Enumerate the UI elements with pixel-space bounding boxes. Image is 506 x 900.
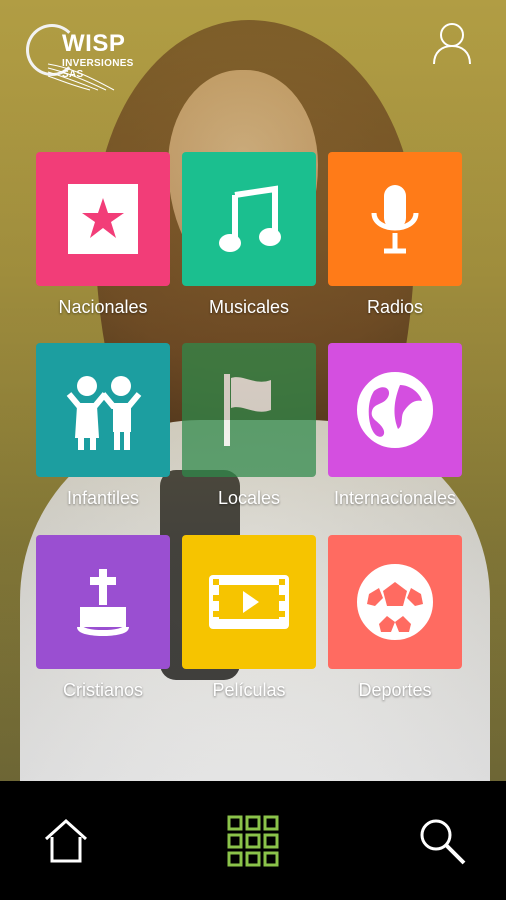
grid-icon [227, 815, 279, 867]
category-tile-internacionales[interactable] [328, 343, 462, 477]
brand-logo: WISP INVERSIONES SAS [26, 24, 136, 94]
category-tile-cristianos[interactable] [36, 535, 170, 669]
category-tile-nacionales[interactable] [36, 152, 170, 286]
category-label-peliculas: Películas [212, 680, 286, 700]
soccer-ball-icon [357, 564, 433, 640]
category-label-nacionales: Nacionales [58, 297, 148, 317]
category-label-deportes: Deportes [358, 680, 432, 700]
main-screen: WISP INVERSIONES SAS Nacionales Musicale… [0, 0, 506, 781]
children-icon [66, 376, 142, 450]
grid-button[interactable] [223, 811, 283, 871]
category-label-infantiles: Infantiles [66, 488, 140, 508]
search-icon [420, 819, 466, 865]
search-button[interactable] [412, 811, 472, 871]
star-icon [68, 184, 138, 254]
category-label-internacionales: Internacionales [333, 488, 457, 508]
user-icon [433, 23, 471, 65]
category-tile-locales[interactable] [182, 343, 316, 477]
bottom-navigation-bar [0, 781, 506, 900]
music-note-icon [219, 185, 281, 252]
category-label-radios: Radios [366, 297, 424, 317]
globe-icon [357, 372, 433, 448]
category-tile-radios[interactable] [328, 152, 462, 286]
category-label-musicales: Musicales [208, 297, 290, 317]
category-tile-musicales[interactable] [182, 152, 316, 286]
user-profile-button[interactable] [428, 20, 476, 68]
cross-bible-icon [77, 569, 129, 636]
logo-lines-icon [47, 63, 115, 91]
category-tile-peliculas[interactable] [182, 535, 316, 669]
microphone-icon [371, 185, 419, 254]
logo-main-text: WISP [62, 30, 126, 57]
category-tile-infantiles[interactable] [36, 343, 170, 477]
category-label-locales: Locales [217, 488, 281, 508]
home-icon [44, 818, 88, 863]
category-tile-deportes[interactable] [328, 535, 462, 669]
flag-icon [224, 374, 271, 446]
film-icon [209, 575, 289, 629]
home-button[interactable] [36, 811, 96, 871]
category-label-cristianos: Cristianos [62, 680, 144, 700]
